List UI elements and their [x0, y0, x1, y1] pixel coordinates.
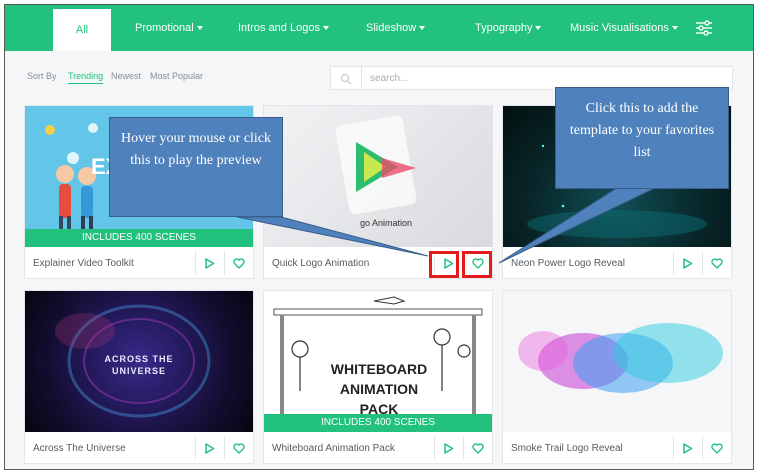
favorite-button-highlight: [462, 251, 492, 278]
favorite-callout: Click this to add the template to your f…: [555, 87, 729, 189]
play-callout: Hover your mouse or click this to play t…: [109, 117, 283, 217]
callout-pointers: [236, 187, 656, 264]
app-frame: All Promotional Intros and Logos Slidesh…: [4, 4, 754, 470]
play-button-highlight: [429, 251, 459, 278]
